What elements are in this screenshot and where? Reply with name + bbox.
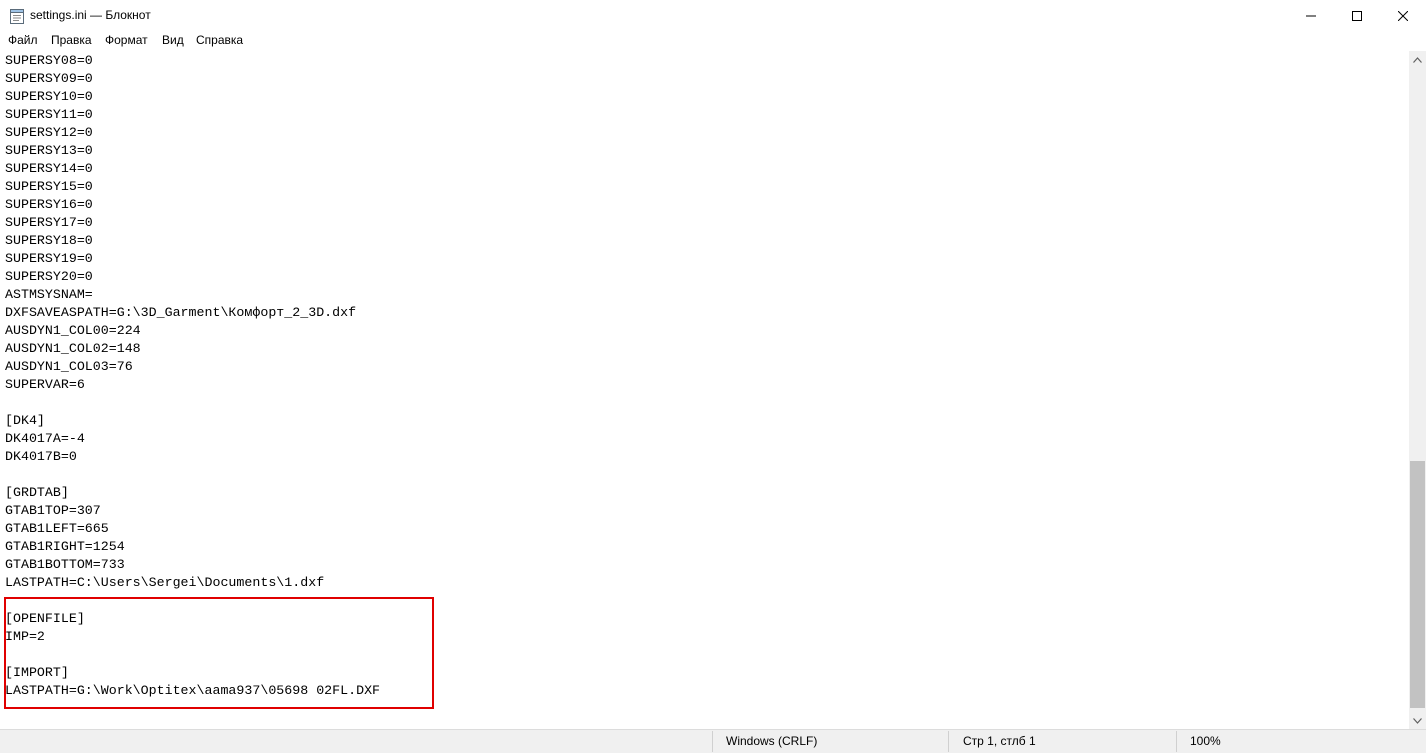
status-separator	[1176, 731, 1177, 752]
scrollbar-thumb[interactable]	[1410, 461, 1425, 708]
text-line	[5, 466, 380, 484]
text-line: SUPERSY11=0	[5, 107, 93, 122]
text-line: [GRDTAB]	[5, 485, 69, 500]
text-line: SUPERSY08=0	[5, 53, 93, 68]
chevron-down-icon	[1413, 717, 1422, 724]
status-zoom: 100%	[1190, 734, 1221, 748]
text-line: SUPERSY20=0	[5, 269, 93, 284]
chevron-up-icon	[1413, 56, 1422, 63]
text-line: SUPERSY19=0	[5, 251, 93, 266]
minimize-button[interactable]	[1288, 0, 1334, 31]
menu-format[interactable]: Формат	[104, 33, 149, 47]
menu-view[interactable]: Вид	[161, 33, 185, 47]
menu-bar: Файл Правка Формат Вид Справка	[0, 31, 1426, 50]
text-line: ASTMSYSNAM=	[5, 287, 93, 302]
text-line: GTAB1LEFT=665	[5, 521, 109, 536]
menu-edit[interactable]: Правка	[50, 33, 93, 47]
scroll-up-button[interactable]	[1409, 51, 1426, 68]
text-line: AUSDYN1_COL00=224	[5, 323, 141, 338]
text-line: DK4017A=-4	[5, 431, 85, 446]
text-line: AUSDYN1_COL02=148	[5, 341, 141, 356]
status-separator	[948, 731, 949, 752]
text-line: DK4017B=0	[5, 449, 77, 464]
status-cursor-position: Стр 1, стлб 1	[963, 734, 1036, 748]
close-icon	[1398, 10, 1408, 21]
close-button[interactable]	[1380, 0, 1426, 31]
text-line: SUPERSY12=0	[5, 125, 93, 140]
text-line: SUPERSY16=0	[5, 197, 93, 212]
notepad-icon	[10, 8, 24, 24]
text-line: SUPERSY17=0	[5, 215, 93, 230]
text-line: LASTPATH=C:\Users\Sergei\Documents\1.dxf	[5, 575, 325, 590]
text-line: GTAB1TOP=307	[5, 503, 101, 518]
text-line: SUPERVAR=6	[5, 377, 85, 392]
menu-file[interactable]: Файл	[7, 33, 39, 47]
maximize-icon	[1352, 10, 1362, 21]
text-line: SUPERSY18=0	[5, 233, 93, 248]
text-line: AUSDYN1_COL03=76	[5, 359, 133, 374]
text-line: GTAB1BOTTOM=733	[5, 557, 125, 572]
status-line-ending: Windows (CRLF)	[726, 734, 818, 748]
text-line: DXFSAVEASPATH=G:\3D_Garment\Комфорт_2_3D…	[5, 305, 357, 320]
text-line: GTAB1RIGHT=1254	[5, 539, 125, 554]
status-bar: Windows (CRLF) Стр 1, стлб 1 100%	[0, 729, 1426, 753]
text-editor[interactable]: SUPERSY08=0 SUPERSY09=0 SUPERSY10=0 SUPERSY…	[0, 51, 1409, 729]
text-line: SUPERSY14=0	[5, 161, 93, 176]
text-line	[5, 394, 380, 412]
text-line: SUPERSY13=0	[5, 143, 93, 158]
highlight-annotation	[4, 597, 434, 709]
text-line: SUPERSY09=0	[5, 71, 93, 86]
minimize-icon	[1306, 15, 1316, 16]
maximize-button[interactable]	[1334, 0, 1380, 31]
status-separator	[712, 731, 713, 752]
vertical-scrollbar[interactable]	[1409, 51, 1426, 729]
window-title: settings.ini — Блокнот	[30, 8, 151, 22]
title-bar[interactable]: settings.ini — Блокнот	[0, 0, 1426, 31]
text-line: SUPERSY15=0	[5, 179, 93, 194]
text-line: SUPERSY10=0	[5, 89, 93, 104]
text-line: [DK4]	[5, 413, 45, 428]
scroll-down-button[interactable]	[1409, 712, 1426, 729]
menu-help[interactable]: Справка	[195, 33, 244, 47]
